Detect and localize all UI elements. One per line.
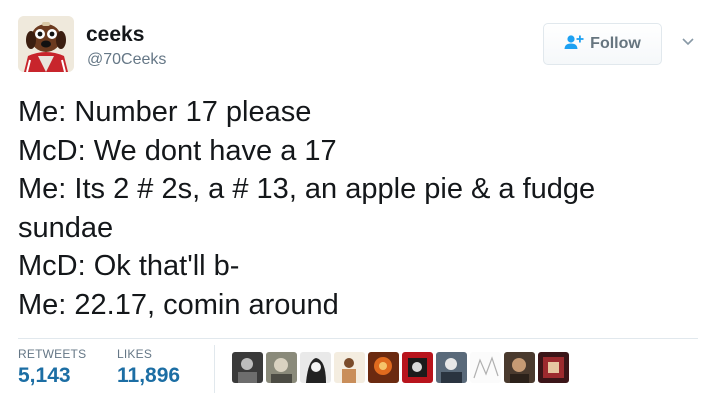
- liker-avatar[interactable]: [402, 352, 433, 383]
- liker-avatar[interactable]: [232, 352, 263, 383]
- avatar[interactable]: [18, 16, 74, 72]
- liker-avatar[interactable]: [538, 352, 569, 383]
- tweet-text-line: Me: Number 17 please: [18, 96, 312, 128]
- chevron-down-icon[interactable]: [680, 34, 696, 50]
- retweets-count[interactable]: 5,143: [18, 364, 71, 388]
- retweets-label: RETWEETS: [18, 347, 87, 361]
- follow-button-label: Follow: [590, 35, 641, 52]
- tweet-text: Me: Number 17 please McD: We dont have a…: [18, 93, 698, 324]
- tweet-text-line: McD: Ok that'll b-: [18, 250, 240, 282]
- tweet-text-line: McD: We dont have a 17: [18, 134, 337, 167]
- likers-avatars: [232, 352, 569, 383]
- add-user-icon: [564, 34, 584, 55]
- follow-button[interactable]: Follow: [543, 23, 662, 65]
- display-name[interactable]: ceeks: [86, 22, 144, 48]
- liker-avatar[interactable]: [266, 352, 297, 383]
- liker-avatar[interactable]: [470, 352, 501, 383]
- liker-avatar[interactable]: [300, 352, 331, 383]
- tweet-text-line: sundae: [18, 211, 114, 244]
- tweet-text-line: Me: Its 2 # 2s, a # 13, an apple pie & a…: [18, 173, 596, 205]
- liker-avatar[interactable]: [436, 352, 467, 383]
- stats-separator: [214, 345, 215, 393]
- liker-avatar[interactable]: [368, 352, 399, 383]
- stats-top-divider: [18, 338, 698, 339]
- user-handle[interactable]: @70Ceeks: [87, 50, 166, 70]
- tweet-text-line: Me: 22.17, comin around: [18, 288, 339, 321]
- likes-label: LIKES: [117, 347, 153, 361]
- tweet-card: ceeks @70Ceeks Follow Me: Number 17 plea…: [0, 0, 715, 405]
- liker-avatar[interactable]: [504, 352, 535, 383]
- avatar-image: [18, 16, 74, 72]
- liker-avatar[interactable]: [334, 352, 365, 383]
- likes-count[interactable]: 11,896: [117, 364, 180, 388]
